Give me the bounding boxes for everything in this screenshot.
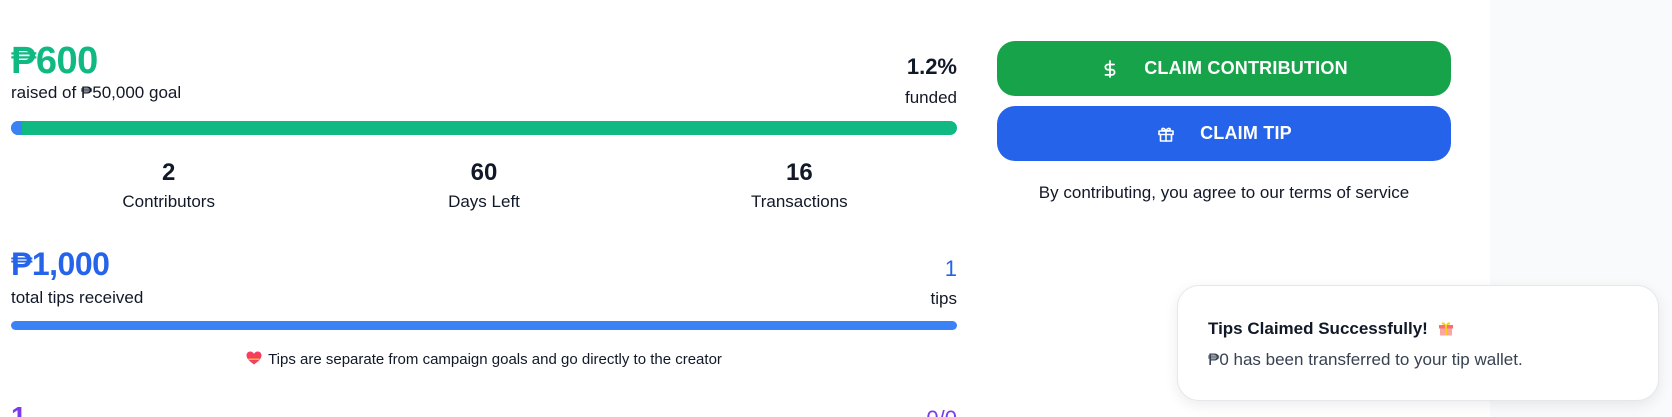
toast-title-text: Tips Claimed Successfully! xyxy=(1208,319,1428,338)
funding-progress-bar xyxy=(11,121,957,135)
heart-icon xyxy=(246,351,262,365)
tips-amount: ₱1,000 xyxy=(11,246,110,282)
stat-value: 2 xyxy=(161,159,176,186)
stat-label: Days Left xyxy=(448,192,520,211)
tips-count: 1 xyxy=(944,256,957,281)
terms-text: By contributing, you agree to our terms … xyxy=(1038,183,1410,202)
toast-title: Tips Claimed Successfully! xyxy=(1208,316,1628,342)
raised-amount: ₱600 xyxy=(11,40,98,82)
claim-tip-button[interactable]: CLAIM TIP xyxy=(997,106,1451,161)
next-section-right-value: 0/0 xyxy=(926,405,957,417)
page: ₱600 raised of ₱50,000 goal 1.2% funded … xyxy=(0,0,1672,417)
claim-tip-label: CLAIM TIP xyxy=(1200,123,1292,143)
claim-contribution-button[interactable]: CLAIM CONTRIBUTION xyxy=(997,41,1451,96)
funded-label: funded xyxy=(905,88,957,107)
campaign-stats: 2 Contributors 60 Days Left 16 Transacti… xyxy=(11,156,957,214)
claim-contribution-label: CLAIM CONTRIBUTION xyxy=(1144,58,1348,78)
stat-label: Contributors xyxy=(122,192,215,211)
tips-count-label: tips xyxy=(930,289,957,308)
next-section-left-value: 1 xyxy=(11,401,27,417)
actions-column: CLAIM CONTRIBUTION CLAIM TIP By contribu… xyxy=(997,41,1451,203)
stat-value: 60 xyxy=(470,159,498,186)
stat-value: 16 xyxy=(785,159,813,186)
funded-percent: 1.2% xyxy=(906,54,957,79)
tips-amount-label: total tips received xyxy=(11,288,144,307)
raised-goal-label: raised of ₱50,000 goal xyxy=(11,83,182,102)
stat-transactions: 16 Transactions xyxy=(642,156,957,214)
dollar-icon xyxy=(1100,59,1120,79)
tips-note: Tips are separate from campaign goals an… xyxy=(11,351,957,368)
gift-emoji-icon xyxy=(1437,319,1455,337)
tips-note-text: Tips are separate from campaign goals an… xyxy=(268,351,722,368)
tips-progress-bar xyxy=(11,321,957,330)
funding-progress-fill xyxy=(11,121,23,135)
gift-icon xyxy=(1156,124,1176,144)
stat-label: Transactions xyxy=(750,192,848,211)
success-toast[interactable]: Tips Claimed Successfully! ₱0 has been t… xyxy=(1177,285,1659,401)
stat-contributors: 2 Contributors xyxy=(11,156,326,214)
toast-message: ₱0 has been transferred to your tip wall… xyxy=(1208,350,1523,369)
stat-days-left: 60 Days Left xyxy=(326,156,641,214)
